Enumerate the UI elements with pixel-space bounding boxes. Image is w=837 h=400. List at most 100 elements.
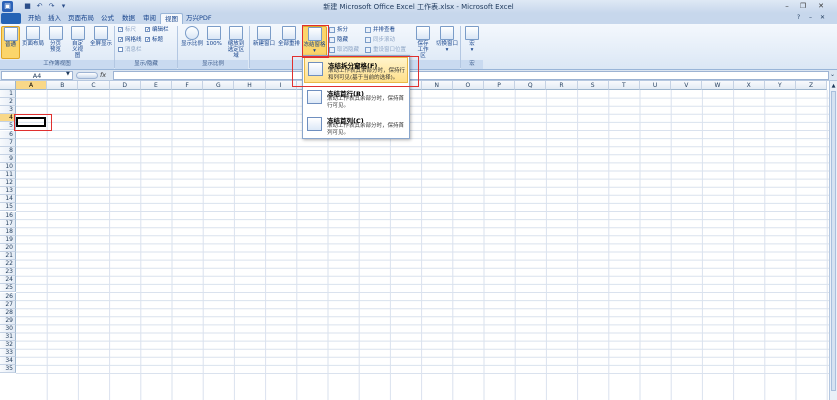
row-header[interactable]: 16 <box>0 211 16 220</box>
row-header[interactable]: 10 <box>0 162 16 171</box>
column-header[interactable]: W <box>702 81 734 90</box>
tab-data[interactable]: 数据 <box>118 13 139 24</box>
expand-formula-bar-icon[interactable]: ⌄ <box>830 71 835 78</box>
column-header[interactable]: A <box>16 81 48 90</box>
tab-formulas[interactable]: 公式 <box>97 13 118 24</box>
tab-review[interactable]: 审阅 <box>139 13 160 24</box>
worksheet-grid[interactable]: ABCDEFGHIJKLMNOPQRSTUVWXYZ 1234567891011… <box>0 81 829 400</box>
column-header[interactable]: G <box>203 81 235 90</box>
row-header[interactable]: 20 <box>0 243 16 252</box>
column-header[interactable]: U <box>640 81 672 90</box>
row-header[interactable]: 23 <box>0 268 16 277</box>
row-header[interactable]: 33 <box>0 349 16 358</box>
column-header[interactable]: Z <box>796 81 828 90</box>
select-all-corner[interactable] <box>0 81 16 90</box>
row-header[interactable]: 6 <box>0 130 16 139</box>
scroll-thumb[interactable] <box>831 91 836 391</box>
name-box[interactable]: A4 <box>1 71 73 80</box>
save-workspace-button[interactable]: 保存工作区 <box>413 26 433 59</box>
row-header[interactable]: 19 <box>0 235 16 244</box>
page-layout-view-button[interactable]: 页面布局 <box>21 26 45 47</box>
close-icon[interactable]: ✕ <box>814 1 828 12</box>
macros-button[interactable]: 宏 ▾ <box>464 26 480 53</box>
row-header[interactable]: 13 <box>0 187 16 196</box>
help-icon[interactable]: ? <box>797 14 800 21</box>
freeze-top-row-option[interactable]: 冻结首行(R) 滚动工作表其余部分时，保持首行可见。 <box>304 86 408 112</box>
column-header[interactable]: E <box>140 81 172 90</box>
column-header[interactable]: T <box>608 81 640 90</box>
column-header[interactable]: Y <box>764 81 796 90</box>
formula-bar-grip[interactable] <box>76 72 98 79</box>
row-header[interactable]: 24 <box>0 276 16 285</box>
row-header[interactable]: 9 <box>0 154 16 163</box>
column-header[interactable]: N <box>421 81 453 90</box>
row-header[interactable]: 21 <box>0 252 16 261</box>
formula-input[interactable] <box>113 71 829 80</box>
row-header[interactable]: 14 <box>0 195 16 204</box>
page-break-preview-button[interactable]: 分页预览 <box>46 26 65 53</box>
minimize-icon[interactable]: – <box>780 1 794 12</box>
ribbon-close-icon[interactable]: ✕ <box>820 14 825 21</box>
new-window-button[interactable]: 新建窗口 <box>252 26 276 47</box>
switch-windows-button[interactable]: 切换窗口 ▾ <box>435 26 459 53</box>
hide-button[interactable]: 隐藏 <box>329 36 348 44</box>
view-side-by-side-button[interactable]: 并排查看 <box>365 26 395 34</box>
chevron-down-icon[interactable]: ▼ <box>66 71 70 77</box>
tab-insert[interactable]: 插入 <box>44 13 65 24</box>
row-header[interactable]: 31 <box>0 333 16 342</box>
row-header[interactable]: 26 <box>0 292 16 301</box>
full-screen-button[interactable]: 全屏显示 <box>89 26 113 47</box>
ribbon-minimize-icon[interactable]: – <box>809 14 812 21</box>
zoom-100-button[interactable]: 100% <box>205 26 223 47</box>
row-header[interactable]: 7 <box>0 138 16 147</box>
tab-page-layout[interactable]: 页面布局 <box>64 13 98 24</box>
split-button[interactable]: 拆分 <box>329 26 348 34</box>
zoom-to-selection-button[interactable]: 缩放到选定区域 <box>224 26 248 59</box>
column-header[interactable]: D <box>109 81 141 90</box>
column-header[interactable]: H <box>234 81 266 90</box>
headings-checkbox[interactable]: ✓ 标题 <box>145 36 163 44</box>
row-header[interactable]: 25 <box>0 284 16 293</box>
row-header[interactable]: 12 <box>0 179 16 188</box>
column-header[interactable]: Q <box>515 81 547 90</box>
row-header[interactable]: 15 <box>0 203 16 212</box>
row-header[interactable]: 34 <box>0 357 16 366</box>
restore-icon[interactable]: ❐ <box>796 1 810 12</box>
column-header[interactable]: X <box>733 81 765 90</box>
insert-function-icon[interactable]: fx <box>100 71 112 80</box>
column-header[interactable]: S <box>577 81 609 90</box>
row-header[interactable]: 32 <box>0 341 16 350</box>
freeze-first-column-option[interactable]: 冻结首列(C) 滚动工作表其余部分时，保持首列可见。 <box>304 113 408 139</box>
row-header[interactable]: 29 <box>0 316 16 325</box>
column-header[interactable]: P <box>484 81 516 90</box>
row-header[interactable]: 18 <box>0 227 16 236</box>
column-header[interactable]: B <box>47 81 79 90</box>
column-header[interactable]: V <box>671 81 703 90</box>
row-header[interactable]: 27 <box>0 300 16 309</box>
tab-home[interactable]: 开始 <box>24 13 45 24</box>
zoom-button[interactable]: 显示比例 <box>180 26 204 47</box>
row-header[interactable]: 8 <box>0 146 16 155</box>
row-header[interactable]: 30 <box>0 324 16 333</box>
normal-view-button[interactable]: 普通 <box>1 26 20 59</box>
scroll-up-icon[interactable]: ▲ <box>830 83 837 90</box>
row-header[interactable]: 11 <box>0 171 16 180</box>
office-button[interactable] <box>1 13 21 24</box>
column-header[interactable]: O <box>452 81 484 90</box>
column-header[interactable]: R <box>546 81 578 90</box>
row-header[interactable]: 17 <box>0 219 16 228</box>
row-header[interactable]: 28 <box>0 308 16 317</box>
formula-bar-checkbox[interactable]: ✓ 编辑栏 <box>145 26 169 34</box>
column-header[interactable]: C <box>78 81 110 90</box>
custom-views-button[interactable]: 自定义视图 <box>67 26 88 59</box>
row-header[interactable]: 22 <box>0 260 16 269</box>
row-header[interactable]: 1 <box>0 90 16 99</box>
save-workspace-icon <box>416 26 430 40</box>
tab-wondershare-pdf[interactable]: 万兴PDF <box>182 13 216 24</box>
row-header[interactable]: 2 <box>0 98 16 107</box>
row-header[interactable]: 35 <box>0 365 16 374</box>
arrange-all-button[interactable]: 全部重排 <box>277 26 301 47</box>
gridlines-checkbox[interactable]: ✓ 网格线 <box>118 36 142 44</box>
column-header[interactable]: F <box>172 81 204 90</box>
vertical-scrollbar[interactable]: ▲ <box>829 81 837 400</box>
